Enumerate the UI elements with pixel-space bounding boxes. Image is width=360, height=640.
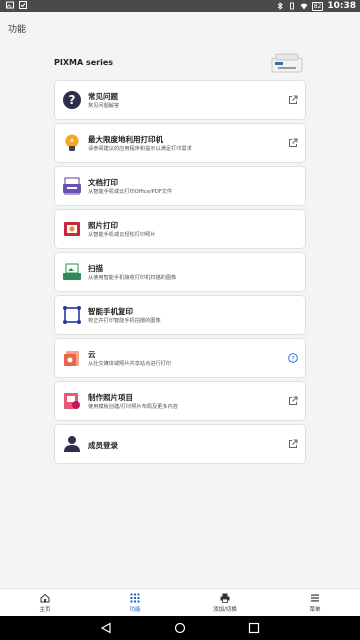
card-title: 制作照片项目 [88, 393, 133, 402]
card-subtitle: 从使用智能手机接收打印机扫描的图像 [88, 275, 177, 281]
printer-icon [220, 593, 230, 603]
card-cloud[interactable]: 云 从社交媒体或照片共享站点进行打印 ? [54, 338, 306, 378]
card-title: 照片打印 [88, 221, 118, 230]
card-title: 智能手机复印 [88, 307, 133, 316]
bottom-nav: 主页 功能 添加/切换 菜单 [0, 588, 360, 616]
back-icon[interactable] [100, 622, 112, 634]
card-subtitle: 从社交媒体或照片共享站点进行打印 [88, 361, 172, 367]
battery-level: 82 [311, 1, 324, 11]
card-subtitle: 从智能手机或云打印Office/PDF文件 [88, 189, 173, 195]
printer-series-label: PIXMA series [54, 58, 114, 67]
svg-text:?: ? [69, 93, 76, 107]
card-title: 最大限度地利用打印机 [88, 135, 163, 144]
status-bar: 82 10:38 [0, 0, 360, 12]
card-smartphone-copy[interactable]: 智能手机复印 校正并打印智能手机拍摄的图像 [54, 295, 306, 335]
card-title: 文档打印 [88, 178, 118, 187]
external-link-icon[interactable] [288, 396, 298, 406]
external-link-icon[interactable] [288, 138, 298, 148]
image-notification-icon [6, 1, 14, 9]
card-photo-project[interactable]: 制作照片项目 使用模板创建/打印照片布局及更多内容 [54, 381, 306, 421]
card-subtitle: 常见问题解答 [88, 103, 120, 109]
user-icon [64, 436, 80, 452]
nav-label: 菜单 [309, 607, 321, 613]
vibrate-icon [289, 2, 294, 10]
grid-icon [130, 593, 140, 603]
photo-print-icon [64, 222, 80, 236]
check-notification-icon [19, 1, 27, 9]
card-member-login[interactable]: 成员登录 [54, 424, 306, 464]
recents-icon[interactable] [248, 622, 260, 634]
card-subtitle: 请参阅建议的应用程序和提示以满足打印需求 [88, 146, 192, 152]
card-photo-print[interactable]: 照片打印 从智能手机或云轻松打印照片 [54, 209, 306, 249]
nav-label: 添加/切换 [213, 607, 237, 613]
page-title: 功能 [8, 25, 27, 35]
nav-label: 主页 [39, 607, 51, 613]
card-title: 常见问题 [88, 92, 118, 101]
card-title: 成员登录 [88, 441, 118, 450]
external-link-icon[interactable] [288, 95, 298, 105]
home-icon [40, 593, 50, 603]
external-link-icon[interactable] [288, 439, 298, 449]
printer-series-header: PIXMA series [54, 52, 306, 76]
clock: 10:38 [327, 1, 356, 11]
svg-text:?: ? [291, 354, 294, 362]
card-document-print[interactable]: 文档打印 从智能手机或云打印Office/PDF文件 [54, 166, 306, 206]
card-printer-tips[interactable]: 最大限度地利用打印机 请参阅建议的应用程序和提示以满足打印需求 [54, 123, 306, 163]
printer-image-icon[interactable] [270, 52, 304, 74]
lightbulb-icon [65, 134, 79, 151]
home-system-icon[interactable] [174, 622, 186, 634]
question-icon: ? [63, 91, 81, 109]
nav-functions[interactable]: 功能 [90, 589, 180, 616]
document-print-icon [63, 177, 81, 195]
nav-label: 功能 [129, 607, 141, 613]
crop-frame-icon [63, 306, 81, 324]
wifi-icon [300, 3, 308, 10]
card-subtitle: 使用模板创建/打印照片布局及更多内容 [88, 404, 178, 410]
card-title: 扫描 [88, 264, 103, 273]
menu-icon [311, 594, 319, 602]
scan-icon [63, 263, 81, 280]
card-subtitle: 校正并打印智能手机拍摄的图像 [88, 318, 161, 324]
cloud-print-icon [64, 351, 79, 366]
card-subtitle: 从智能手机或云轻松打印照片 [88, 232, 156, 238]
system-nav-bar [0, 616, 360, 640]
nav-menu[interactable]: 菜单 [270, 589, 360, 616]
help-icon[interactable]: ? [288, 353, 298, 363]
card-scan[interactable]: 扫描 从使用智能手机接收打印机扫描的图像 [54, 252, 306, 292]
nav-add-switch[interactable]: 添加/切换 [180, 589, 270, 616]
bluetooth-icon [277, 2, 283, 10]
card-title: 云 [88, 350, 96, 359]
card-faq[interactable]: ? 常见问题 常见问题解答 [54, 80, 306, 120]
nav-home[interactable]: 主页 [0, 589, 90, 616]
photo-project-icon [64, 393, 80, 409]
